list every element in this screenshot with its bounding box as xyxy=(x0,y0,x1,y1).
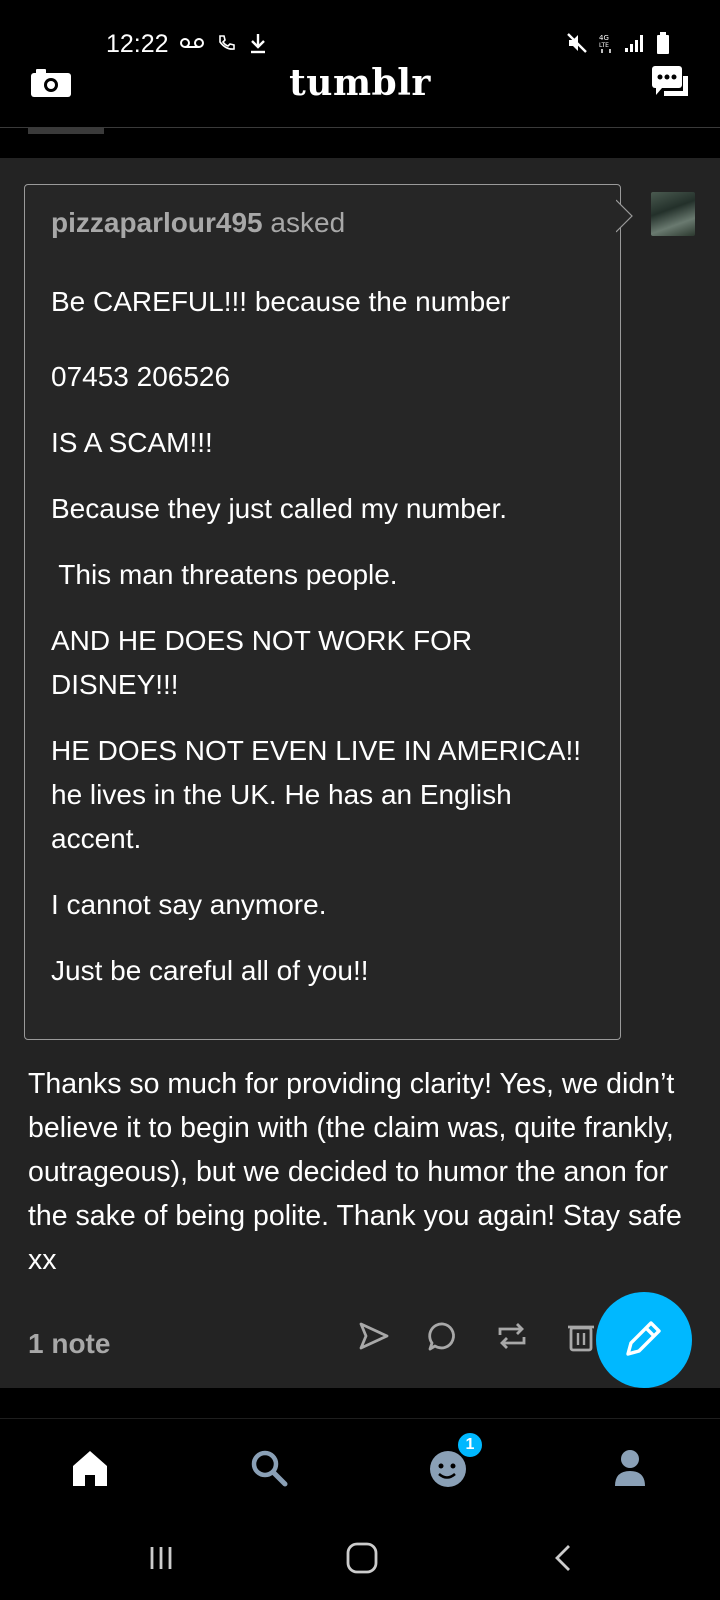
messages-icon[interactable] xyxy=(650,64,690,105)
share-icon[interactable] xyxy=(356,1318,392,1354)
svg-text:4G: 4G xyxy=(599,34,609,42)
activity-icon[interactable]: 1 xyxy=(424,1431,484,1493)
delete-icon[interactable] xyxy=(563,1318,599,1354)
notes-count[interactable]: 1 note xyxy=(28,1328,110,1360)
tab-indicator xyxy=(28,128,104,134)
lte-icon: 4G LTE xyxy=(598,32,614,59)
post-card: pizzaparlour495 asked Be CAREFUL!!! beca… xyxy=(0,158,720,1388)
mute-icon xyxy=(566,32,588,59)
ask-paragraph: HE DOES NOT EVEN LIVE IN AMERICA!! he li… xyxy=(51,735,582,854)
ask-body: Be CAREFUL!!! because the number 07453 2… xyxy=(51,280,601,1015)
status-bar: 12:22 4G LTE xyxy=(0,0,720,62)
tumblr-logo: tumblr xyxy=(289,62,431,104)
post-actions xyxy=(356,1318,599,1354)
ask-paragraph: 07453 206526 xyxy=(51,361,231,392)
signal-icon xyxy=(624,33,646,58)
recent-apps-icon[interactable] xyxy=(141,1538,181,1578)
asked-label: asked xyxy=(270,207,346,238)
compose-button[interactable] xyxy=(596,1292,692,1388)
pencil-icon xyxy=(622,1316,666,1365)
status-time: 12:22 xyxy=(106,30,169,58)
ask-paragraph: AND HE DOES NOT WORK FOR DISNEY!!! xyxy=(51,625,473,700)
bubble-tail xyxy=(615,198,636,239)
ask-header: pizzaparlour495 asked xyxy=(51,207,345,239)
ask-paragraph: IS A SCAM!!! xyxy=(51,427,213,458)
bottom-nav: 1 xyxy=(0,1418,720,1518)
system-nav-bar xyxy=(0,1518,720,1600)
back-icon[interactable] xyxy=(544,1538,584,1578)
wifi-call-icon xyxy=(216,33,236,58)
ask-box: pizzaparlour495 asked Be CAREFUL!!! beca… xyxy=(24,184,621,1040)
notification-badge: 1 xyxy=(456,1431,484,1459)
ask-paragraph: I cannot say anymore. xyxy=(51,889,327,920)
home-button-icon[interactable] xyxy=(342,1538,382,1578)
home-icon[interactable] xyxy=(65,1443,115,1493)
answer-text: Thanks so much for providing clarity! Ye… xyxy=(28,1068,682,1276)
ask-paragraph: Be CAREFUL!!! because the number xyxy=(51,286,511,317)
download-icon xyxy=(248,32,268,59)
ask-paragraph: Just be careful all of you!! xyxy=(51,955,369,986)
voicemail-icon xyxy=(180,36,204,55)
battery-icon xyxy=(656,32,670,59)
reblog-icon[interactable] xyxy=(494,1318,530,1354)
app-header: tumblr xyxy=(0,62,720,128)
reply-icon[interactable] xyxy=(425,1318,461,1354)
ask-paragraph: This man threatens people. xyxy=(51,559,398,590)
account-icon[interactable] xyxy=(605,1443,655,1493)
asker-avatar[interactable] xyxy=(651,192,695,236)
svg-text:LTE: LTE xyxy=(599,42,609,49)
search-icon[interactable] xyxy=(244,1443,294,1493)
ask-paragraph: Because they just called my number. xyxy=(51,493,508,524)
asker-username[interactable]: pizzaparlour495 xyxy=(51,207,263,238)
